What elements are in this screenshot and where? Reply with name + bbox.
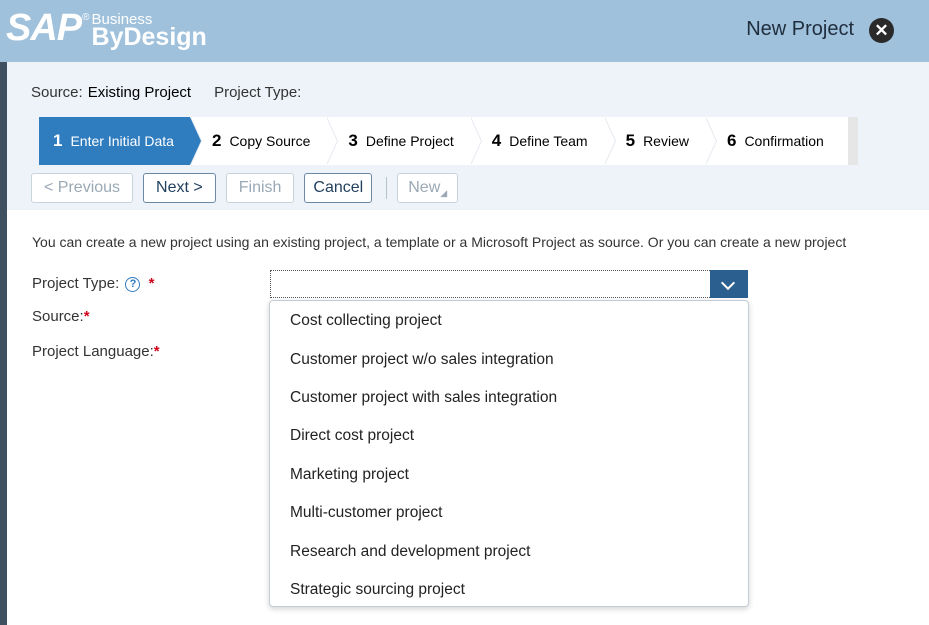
step-number: 5 bbox=[625, 131, 636, 150]
step-label: Confirmation bbox=[744, 133, 824, 149]
roadmap-step-review[interactable]: 5 Review bbox=[603, 117, 717, 165]
chevron-down-icon[interactable] bbox=[710, 270, 748, 298]
roadmap-step-copy-source[interactable]: 2 Copy Source bbox=[189, 117, 339, 165]
new-button-label: New bbox=[408, 179, 441, 196]
project-type-label: Project Type: bbox=[214, 84, 302, 101]
new-button[interactable]: New ◢ bbox=[397, 173, 459, 203]
roadmap: 1 Enter Initial Data 2 Copy Source 3 Def… bbox=[39, 117, 858, 165]
dropdown-option-research-development[interactable]: Research and development project bbox=[270, 532, 748, 570]
step-label: Review bbox=[643, 133, 689, 149]
toolbar: < Previous Next > Finish Cancel New ◢ bbox=[31, 172, 468, 204]
intro-text: You can create a new project using an ex… bbox=[32, 234, 847, 250]
finish-button[interactable]: Finish bbox=[225, 173, 295, 203]
step-label: Define Team bbox=[509, 133, 588, 149]
window-title: New Project bbox=[746, 18, 854, 40]
step-number: 1 bbox=[53, 131, 63, 150]
dropdown-option-marketing[interactable]: Marketing project bbox=[270, 456, 748, 494]
toolbar-separator bbox=[386, 177, 388, 199]
required-mark: * bbox=[153, 343, 160, 360]
required-mark: * bbox=[83, 308, 90, 325]
step-number: 4 bbox=[491, 131, 502, 150]
step-number: 6 bbox=[726, 131, 737, 150]
dropdown-option-customer-with-sales[interactable]: Customer project with sales integration bbox=[270, 379, 748, 417]
project-type-field-label: Project Type: ? * bbox=[32, 275, 154, 292]
dropdown-option-strategic-sourcing[interactable]: Strategic sourcing project bbox=[270, 571, 748, 609]
dropdown-option-multi-customer[interactable]: Multi-customer project bbox=[270, 494, 748, 532]
help-icon[interactable]: ? bbox=[125, 276, 141, 292]
project-language-label-text: Project Language: bbox=[32, 343, 154, 360]
step-number: 2 bbox=[211, 131, 222, 150]
step-label: Define Project bbox=[365, 133, 454, 149]
info-line: Source: Existing Project Project Type: bbox=[31, 84, 301, 101]
project-type-select[interactable] bbox=[270, 270, 748, 298]
sap-bydesign-logo: SAP ® Business ByDesign bbox=[6, 8, 207, 52]
source-label: Source: bbox=[31, 84, 83, 101]
dropdown-option-direct-cost[interactable]: Direct cost project bbox=[270, 417, 748, 455]
project-type-dropdown-list: Cost collecting project Customer project… bbox=[269, 300, 749, 607]
step-label: Enter Initial Data bbox=[70, 133, 174, 149]
step-label: Copy Source bbox=[229, 133, 311, 149]
registered-mark: ® bbox=[82, 12, 90, 23]
required-mark: * bbox=[148, 275, 155, 292]
logo-bydesign-text: ByDesign bbox=[91, 23, 207, 51]
source-label-text: Source: bbox=[32, 308, 84, 325]
roadmap-step-define-team[interactable]: 4 Define Team bbox=[469, 117, 616, 165]
step-number: 3 bbox=[348, 131, 358, 150]
logo-sap-text: SAP bbox=[6, 7, 82, 49]
shell-header: SAP ® Business ByDesign New Project ✕ bbox=[0, 0, 929, 62]
source-field-label: Source:* bbox=[32, 308, 90, 325]
dropdown-option-cost-collecting[interactable]: Cost collecting project bbox=[270, 302, 748, 340]
roadmap-step-define-project[interactable]: 3 Define Project bbox=[326, 117, 482, 165]
roadmap-step-enter-initial-data[interactable]: 1 Enter Initial Data bbox=[39, 117, 202, 165]
guided-activity-header: Source: Existing Project Project Type: 1… bbox=[7, 62, 929, 210]
previous-button[interactable]: < Previous bbox=[31, 173, 134, 203]
cancel-button[interactable]: Cancel bbox=[304, 173, 373, 203]
dropdown-corner-icon: ◢ bbox=[440, 187, 448, 198]
close-icon[interactable]: ✕ bbox=[869, 18, 894, 43]
roadmap-step-confirmation[interactable]: 6 Confirmation bbox=[704, 117, 848, 165]
project-type-label-text: Project Type: bbox=[32, 275, 120, 292]
left-stripe bbox=[0, 62, 7, 625]
next-button[interactable]: Next > bbox=[143, 173, 216, 203]
dropdown-option-customer-wo-sales[interactable]: Customer project w/o sales integration bbox=[270, 340, 748, 378]
roadmap-end bbox=[847, 117, 858, 165]
source-value: Existing Project bbox=[87, 84, 192, 101]
project-language-field-label: Project Language:* bbox=[32, 343, 160, 360]
